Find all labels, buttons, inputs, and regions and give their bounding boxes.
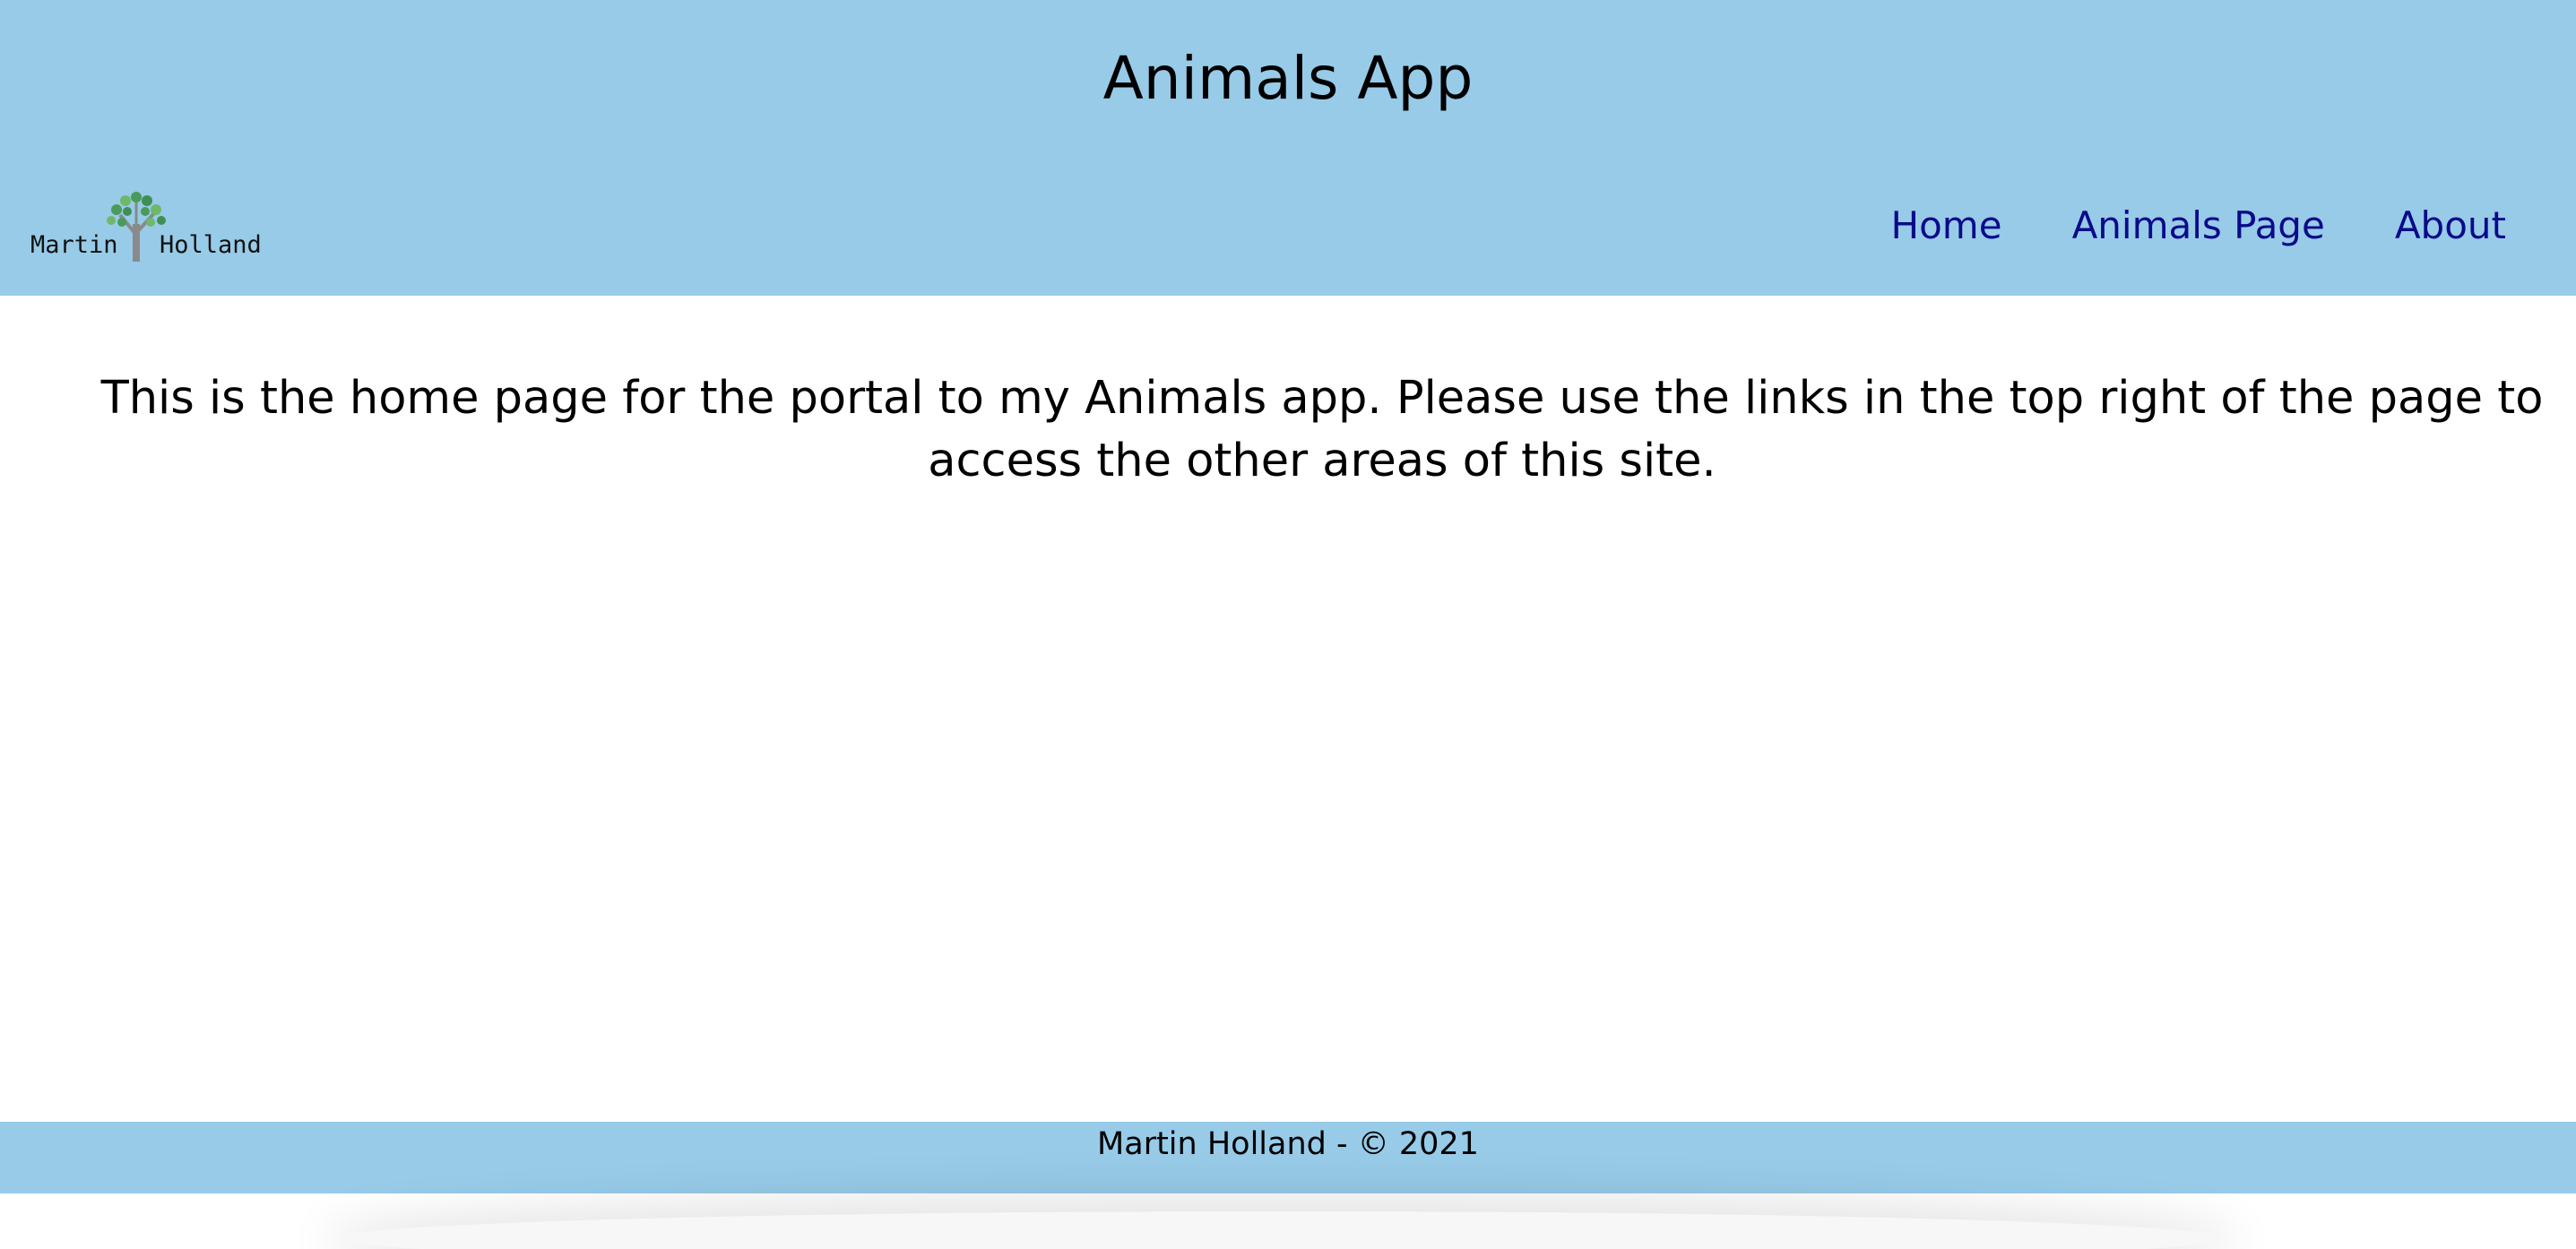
logo-text-last-name: Holland (160, 231, 262, 259)
site-logo[interactable]: Martin Holland (27, 188, 262, 263)
nav-link-home[interactable]: Home (1891, 199, 2002, 253)
page: Animals App Martin Holland Home Animals … (0, 0, 2576, 1249)
bottom-shadow (341, 1211, 2223, 1249)
nav-link-about[interactable]: About (2395, 199, 2506, 253)
main-nav: Home Animals Page About (1891, 199, 2506, 253)
footer-copyright: Martin Holland - © 2021 (1097, 1126, 1479, 1162)
site-footer: Martin Holland - © 2021 (0, 1122, 2576, 1193)
nav-link-animals-page[interactable]: Animals Page (2072, 199, 2325, 253)
intro-text: This is the home page for the portal to … (100, 372, 2544, 487)
site-header: Animals App Martin Holland Home Animals … (0, 0, 2576, 296)
page-title: Animals App (1102, 44, 1474, 113)
